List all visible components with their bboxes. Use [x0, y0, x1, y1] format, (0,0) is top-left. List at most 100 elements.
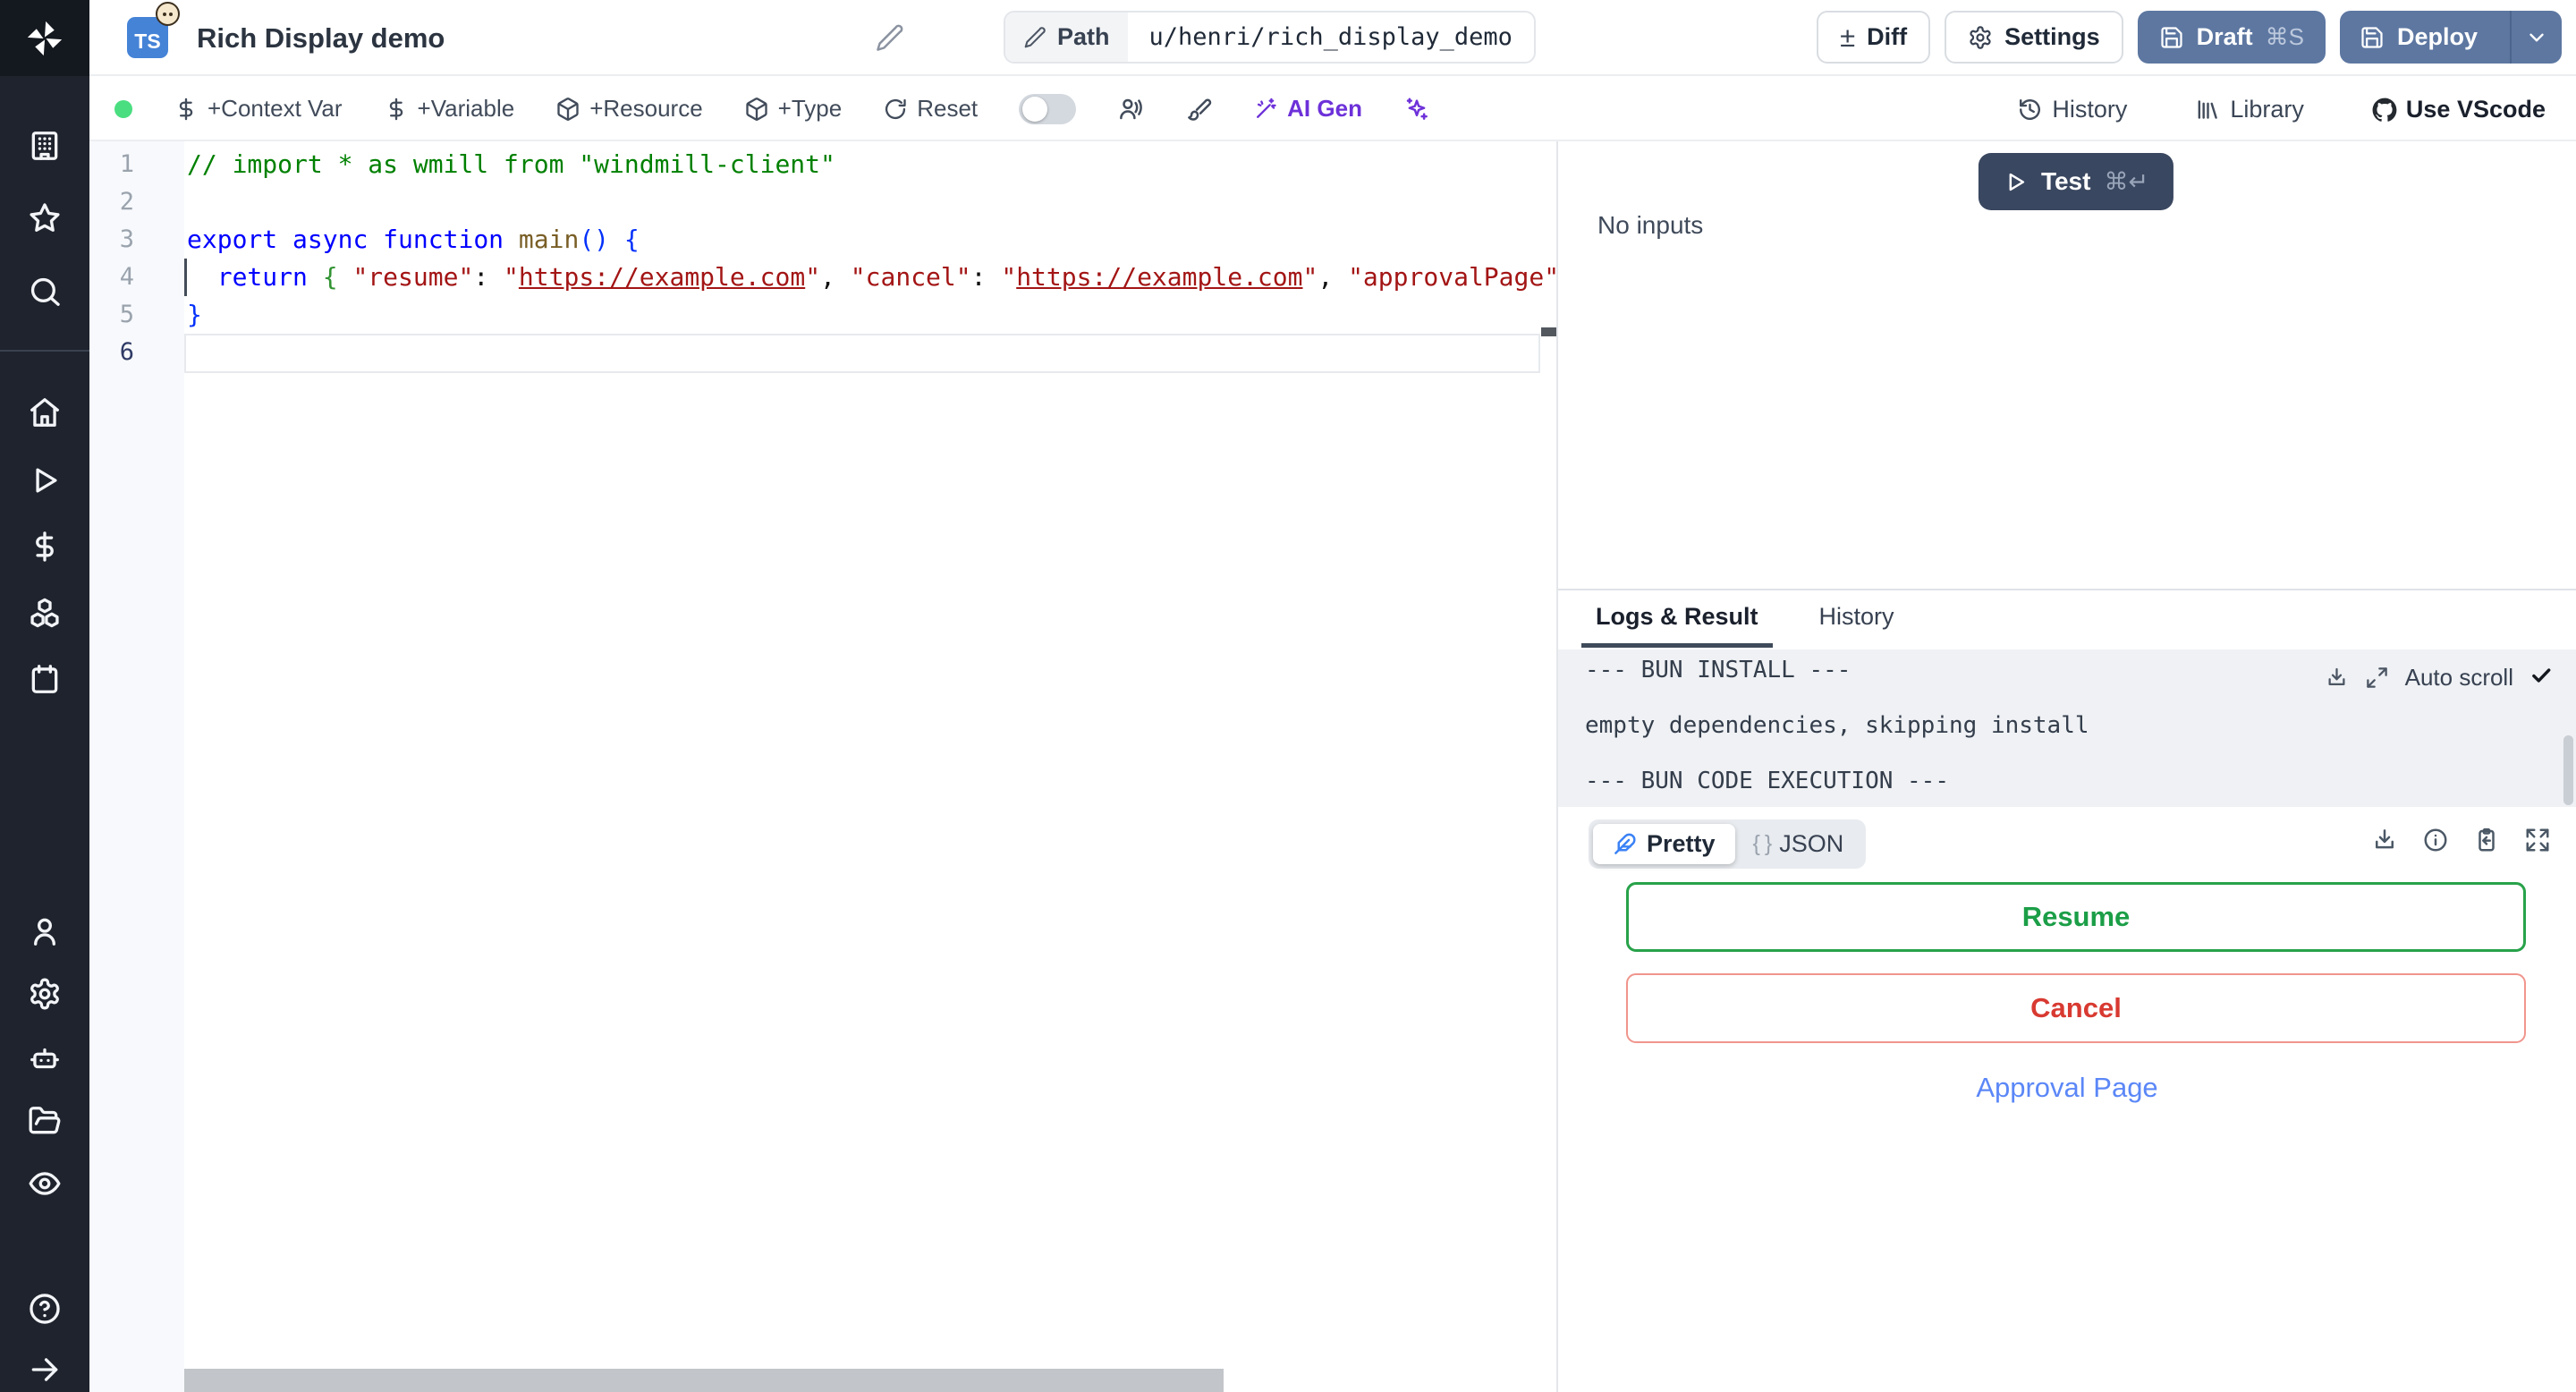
auto-scroll-checkbox[interactable] — [2529, 664, 2553, 692]
robot-icon — [30, 1048, 59, 1069]
code-token: https://example.com — [518, 262, 806, 292]
sidebar-item-help[interactable] — [28, 1292, 62, 1326]
sidebar-item-runs[interactable] — [28, 463, 62, 497]
sidebar-item-folders[interactable] — [28, 1104, 62, 1138]
topbar: TS Rich Display demo Path u/henri/rich_d… — [89, 0, 2576, 76]
line-number[interactable]: 2 — [120, 183, 134, 221]
folder-open-icon — [29, 1107, 61, 1134]
sidebar-item-home[interactable] — [28, 395, 62, 429]
line-number[interactable]: 5 — [120, 296, 134, 334]
resume-button[interactable]: Resume — [1626, 882, 2526, 952]
use-vscode-button[interactable]: Use VScode — [2372, 96, 2546, 123]
cancel-button[interactable]: Cancel — [1626, 973, 2526, 1043]
line-number[interactable]: 4 — [120, 259, 134, 296]
dollar-icon — [179, 98, 193, 120]
ai-gen-label: AI Gen — [1287, 95, 1362, 122]
search-icon — [30, 277, 60, 306]
settings-button[interactable]: Settings — [1945, 11, 2123, 64]
reset-button[interactable]: Reset — [883, 95, 978, 123]
code-line: // import * as wmill from "windmill-clie… — [187, 146, 835, 183]
toggle-knob — [1022, 96, 1048, 122]
ai-sparkles-button[interactable] — [1403, 96, 1430, 123]
code-area[interactable]: // import * as wmill from "windmill-clie… — [187, 141, 1556, 1392]
multiplayer-button[interactable] — [1117, 96, 1144, 123]
sidebar-item-favorites[interactable] — [28, 201, 62, 235]
sidebar-item-settings[interactable] — [28, 977, 62, 1011]
home-icon — [30, 398, 59, 427]
format-code-button[interactable] — [1185, 96, 1212, 123]
page-title: Rich Display demo — [197, 22, 445, 54]
line-number[interactable]: 6 — [120, 334, 134, 371]
add-context-var-button[interactable]: +Context Var — [174, 95, 343, 123]
deploy-button[interactable]: Deploy — [2339, 11, 2562, 64]
sidebar-item-variables[interactable] — [28, 530, 62, 564]
path-field[interactable]: Path u/henri/rich_display_demo — [1004, 11, 1536, 64]
test-button-label: Test — [2040, 167, 2091, 195]
code-token: " — [805, 262, 821, 292]
assistant-toggle[interactable] — [1019, 93, 1077, 124]
diff-button[interactable]: ± Diff — [1817, 11, 1931, 64]
save-icon — [2361, 26, 2383, 48]
logs-pane[interactable]: Auto scroll --- BUN INSTALL --- empty dep… — [1558, 649, 2576, 807]
code-token: , — [820, 262, 851, 292]
current-line-highlight — [184, 334, 1540, 373]
library-button[interactable]: Library — [2195, 96, 2304, 123]
logs-scrollbar[interactable] — [2563, 735, 2573, 805]
sidebar-item-resources[interactable] — [28, 596, 62, 630]
windmill-logo[interactable] — [0, 0, 89, 76]
copy-result-icon[interactable] — [2473, 827, 2500, 853]
connection-status-dot — [114, 99, 132, 118]
code-token: "cancel" — [850, 262, 971, 292]
history-button[interactable]: History — [2017, 96, 2127, 123]
dollar-icon — [36, 531, 54, 562]
user-icon — [34, 918, 55, 946]
sidebar-item-users[interactable] — [28, 914, 62, 948]
library-label: Library — [2230, 96, 2304, 123]
code-token: { — [322, 262, 338, 292]
draft-button[interactable]: Draft ⌘S — [2137, 11, 2326, 64]
test-button[interactable]: Test ⌘↵ — [1978, 153, 2174, 210]
expand-result-icon[interactable] — [2524, 827, 2551, 853]
json-tab[interactable]: { } JSON — [1735, 824, 1862, 864]
code-token: : — [970, 262, 1002, 292]
line-number[interactable]: 1 — [120, 146, 134, 183]
info-icon[interactable] — [2422, 827, 2449, 853]
add-resource-button[interactable]: +Resource — [555, 95, 703, 123]
sidebar-item-audit[interactable] — [28, 1167, 62, 1201]
approval-page-link[interactable]: Approval Page — [1558, 1072, 2576, 1104]
edit-summary-pencil-icon[interactable] — [875, 23, 904, 53]
horizontal-scrollbar[interactable] — [184, 1369, 1224, 1392]
code-editor[interactable]: 123456 // import * as wmill from "windmi… — [89, 141, 1558, 1392]
code-token: } — [187, 300, 202, 329]
sidebar-item-workers[interactable] — [28, 1041, 62, 1075]
expand-logs-icon[interactable] — [2365, 666, 2389, 690]
tab-logs-result[interactable]: Logs & Result — [1581, 590, 1773, 648]
sidebar-item-search[interactable] — [28, 275, 62, 309]
no-inputs-text: No inputs — [1597, 211, 1704, 239]
calendar-icon — [31, 665, 58, 693]
deploy-button-main[interactable]: Deploy — [2340, 23, 2497, 51]
help-circle-icon — [30, 1294, 60, 1324]
code-token: " — [1001, 262, 1017, 292]
code-token: async — [292, 225, 369, 254]
line-number[interactable]: 3 — [120, 221, 134, 259]
sidebar-item-workspace[interactable] — [28, 129, 62, 163]
deploy-dropdown[interactable] — [2510, 11, 2562, 64]
pencil-icon — [1024, 26, 1046, 47]
sidebar — [0, 0, 89, 1392]
code-token: , — [1318, 262, 1349, 292]
tab-history[interactable]: History — [1805, 590, 1909, 648]
add-variable-button[interactable]: +Variable — [384, 95, 514, 123]
code-token: " — [1302, 262, 1318, 292]
logs-controls: Auto scroll — [2325, 664, 2553, 692]
pretty-tab[interactable]: Pretty — [1593, 824, 1735, 864]
sidebar-collapse[interactable] — [28, 1353, 62, 1387]
download-logs-icon[interactable] — [2325, 666, 2349, 690]
sidebar-item-schedules[interactable] — [28, 662, 62, 696]
add-type-button[interactable]: +Type — [744, 95, 842, 123]
code-token: { — [623, 225, 640, 254]
download-result-icon[interactable] — [2371, 827, 2398, 853]
ai-gen-button[interactable]: AI Gen — [1253, 95, 1362, 123]
reset-icon — [886, 98, 906, 119]
code-token: () — [579, 225, 610, 254]
